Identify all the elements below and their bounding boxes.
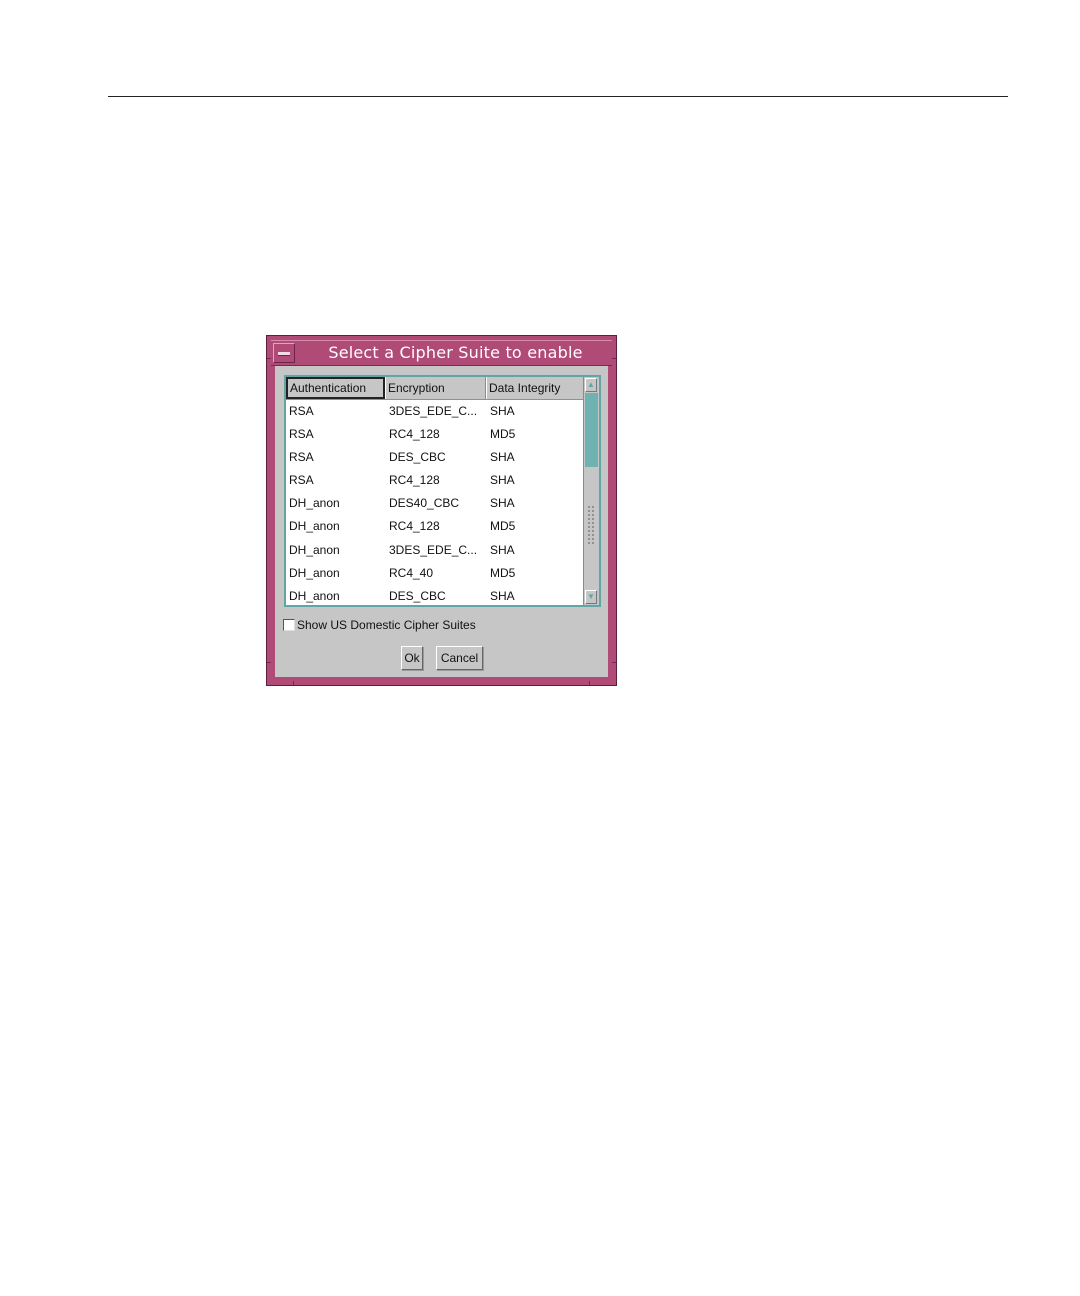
cell-authentication: RSA [289,473,314,488]
cell-data-integrity: SHA [490,542,515,557]
cell-encryption: 3DES_EDE_C... [389,542,478,557]
column-header-encryption[interactable]: Encryption [385,377,486,399]
cell-encryption: RC4_128 [389,473,440,488]
cell-encryption: DES40_CBC [389,496,460,511]
column-header-data-integrity[interactable]: Data Integrity [486,377,585,399]
table-row[interactable]: DH_anon 3DES_EDE_C... SHA [286,539,585,562]
table-header: Authentication Encryption Data Integrity [286,377,585,400]
column-header-authentication[interactable]: Authentication [286,377,385,399]
cell-encryption: RC4_128 [389,519,440,534]
cell-encryption: 3DES_EDE_C... [389,404,478,418]
cell-authentication: DH_anon [289,565,340,580]
us-domestic-checkbox-label[interactable]: Show US Domestic Cipher Suites [297,617,476,633]
scroll-up-button[interactable]: ▲ [585,378,597,392]
cell-data-integrity: SHA [490,473,515,488]
table-row[interactable]: DH_anon RC4_40 MD5 [286,562,585,585]
cell-encryption: DES_CBC [389,450,446,465]
scroll-grip-icon [587,505,596,545]
cell-data-integrity: MD5 [490,519,516,534]
title-bar[interactable]: Select a Cipher Suite to enable [271,340,612,366]
scroll-thumb[interactable] [585,393,598,467]
us-domestic-checkbox[interactable] [283,619,295,631]
table-row[interactable]: DH_anon DES40_CBC SHA [286,492,585,515]
cancel-button[interactable]: Cancel [436,646,483,670]
table-row[interactable]: RSA 3DES_EDE_C... SHA [286,400,585,423]
frame-corner-notch [293,681,294,685]
cipher-suite-table[interactable]: Authentication Encryption Data Integrity… [284,375,601,607]
cell-data-integrity: MD5 [490,565,516,580]
cell-authentication: RSA [289,450,314,465]
frame-corner-notch [267,662,271,663]
table-row[interactable]: RSA RC4_128 SHA [286,469,585,492]
window-menu-button[interactable] [273,343,295,363]
table-body: RSA 3DES_EDE_C... SHA RSA RC4_128 MD5 RS… [286,400,585,608]
ok-button[interactable]: Ok [401,646,423,670]
window-menu-icon [278,352,290,356]
arrow-down-icon: ▼ [587,592,595,601]
cell-authentication: DH_anon [289,542,340,557]
cell-data-integrity: SHA [490,588,515,603]
cell-data-integrity: SHA [490,404,515,418]
cell-data-integrity: SHA [490,496,515,511]
cell-data-integrity: SHA [490,450,515,465]
cell-encryption: DES_CBC [389,588,446,603]
dialog-content: Authentication Encryption Data Integrity… [275,366,608,677]
frame-corner-notch [612,662,616,663]
cell-authentication: DH_anon [289,496,340,511]
table-row[interactable]: RSA DES_CBC SHA [286,446,585,469]
table-row[interactable]: RSA RC4_128 MD5 [286,423,585,446]
page-top-rule [108,96,1008,97]
arrow-up-icon: ▲ [587,380,595,389]
cipher-suite-dialog: Select a Cipher Suite to enable Authenti… [266,335,617,686]
frame-corner-notch [612,358,616,359]
cell-authentication: RSA [289,404,314,418]
cell-authentication: RSA [289,427,314,442]
frame-corner-notch [589,681,590,685]
cell-encryption: RC4_40 [389,565,434,580]
cell-authentication: DH_anon [289,588,340,603]
dialog-title: Select a Cipher Suite to enable [328,343,583,362]
table-row[interactable]: DH_anon DES_CBC SHA [286,585,585,608]
table-row[interactable]: DH_anon RC4_128 MD5 [286,515,585,538]
cell-data-integrity: MD5 [490,427,516,442]
scroll-down-button[interactable]: ▼ [585,590,597,604]
cell-encryption: RC4_128 [389,427,440,442]
vertical-scrollbar[interactable]: ▲ ▼ [583,377,599,605]
cell-authentication: DH_anon [289,519,340,534]
